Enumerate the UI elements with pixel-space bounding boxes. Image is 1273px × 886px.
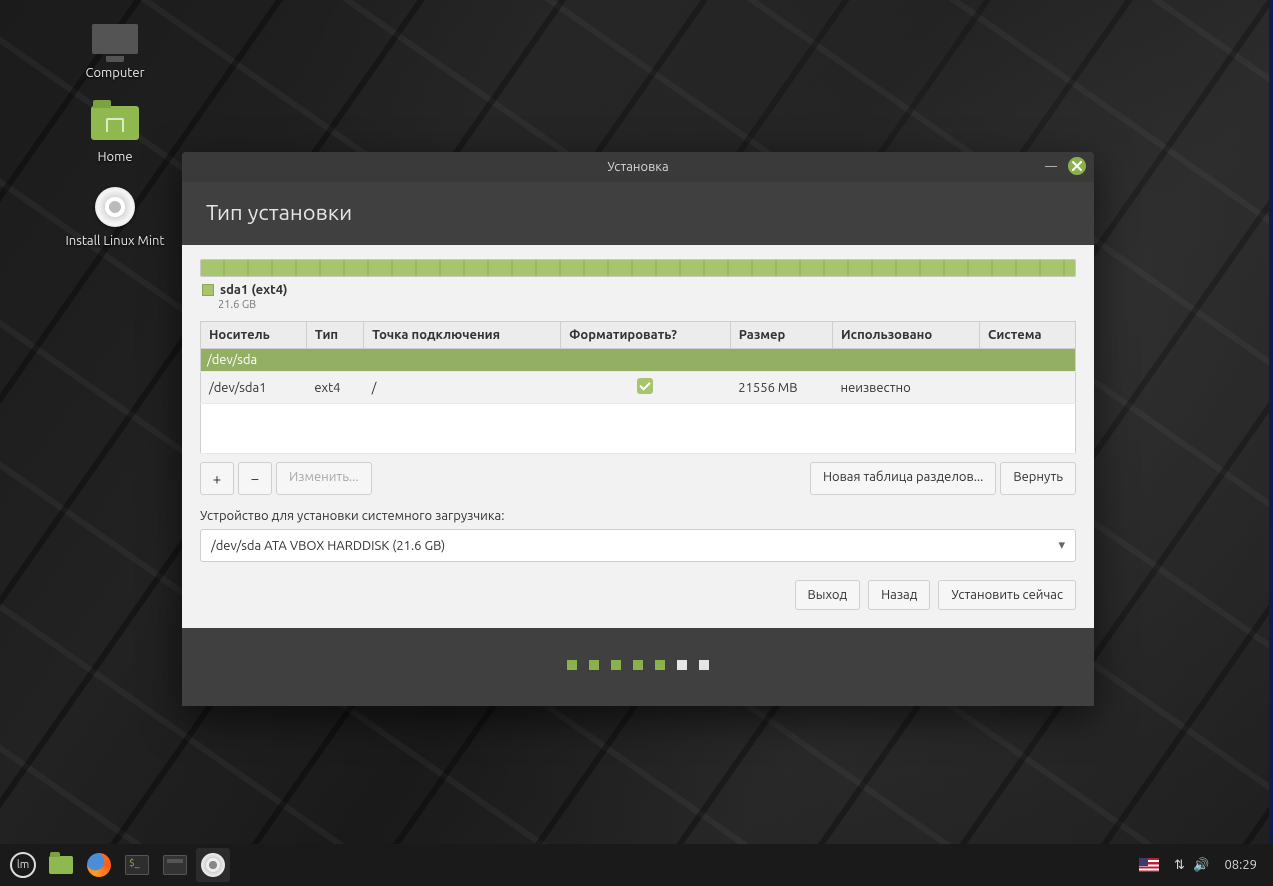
page-heading: Тип установки bbox=[182, 182, 1094, 245]
cell-type: ext4 bbox=[306, 372, 363, 404]
speaker-icon: 🔊 bbox=[1193, 858, 1209, 873]
network-icon: ⇅ bbox=[1174, 858, 1185, 873]
terminal-icon: $_ bbox=[125, 855, 149, 875]
network-indicator[interactable]: ⇅ bbox=[1170, 848, 1188, 882]
partition-name: sda1 (ext4) bbox=[220, 283, 288, 297]
window-title: Установка bbox=[607, 160, 668, 174]
titlebar[interactable]: Установка — bbox=[182, 152, 1094, 182]
sound-indicator[interactable]: 🔊 bbox=[1192, 848, 1210, 882]
partition-summary: sda1 (ext4) bbox=[202, 283, 1074, 297]
add-partition-button[interactable]: + bbox=[200, 462, 234, 495]
progress-dots bbox=[182, 628, 1094, 706]
desktop-icon-computer[interactable]: Computer bbox=[0, 18, 230, 80]
cell-mount: / bbox=[364, 372, 561, 404]
installer-window: Установка — Тип установки sda1 (ext4) 21… bbox=[182, 152, 1094, 706]
table-row-partition[interactable]: /dev/sda1 ext4 / 21556 MB неизвестно bbox=[201, 372, 1076, 404]
col-device[interactable]: Носитель bbox=[201, 322, 307, 349]
step-dot bbox=[633, 660, 643, 670]
step-dot bbox=[677, 660, 687, 670]
back-button[interactable]: Назад bbox=[868, 580, 930, 610]
step-dot bbox=[699, 660, 709, 670]
folder-icon bbox=[91, 106, 139, 140]
step-dot bbox=[589, 660, 599, 670]
col-used[interactable]: Использовано bbox=[832, 322, 979, 349]
step-dot bbox=[567, 660, 577, 670]
cell-size: 21556 MB bbox=[730, 372, 832, 404]
bootloader-value: /dev/sda ATA VBOX HARDDISK (21.6 GB) bbox=[211, 539, 445, 553]
desktop-icon-label: Install Linux Mint bbox=[65, 234, 164, 248]
folder-icon bbox=[49, 856, 73, 874]
disk-usage-bar[interactable] bbox=[200, 259, 1076, 277]
change-partition-button[interactable]: Изменить... bbox=[276, 462, 372, 495]
disc-icon bbox=[201, 853, 225, 877]
col-size[interactable]: Размер bbox=[730, 322, 832, 349]
col-type[interactable]: Тип bbox=[306, 322, 363, 349]
table-empty-space bbox=[201, 404, 1076, 454]
minimize-button[interactable]: — bbox=[1042, 157, 1060, 175]
new-partition-table-button[interactable]: Новая таблица разделов... bbox=[810, 462, 996, 495]
files-icon bbox=[163, 855, 187, 875]
right-edge-strip bbox=[1269, 0, 1273, 886]
us-flag-icon bbox=[1139, 858, 1159, 872]
cell-device: /dev/sda1 bbox=[201, 372, 307, 404]
remove-partition-button[interactable]: − bbox=[238, 462, 272, 495]
monitor-icon bbox=[92, 24, 138, 54]
partition-color-swatch bbox=[202, 284, 214, 296]
col-system[interactable]: Система bbox=[980, 322, 1076, 349]
terminal-launcher[interactable]: $_ bbox=[120, 848, 154, 882]
clock[interactable]: 08:29 bbox=[1214, 858, 1267, 872]
partition-table: Носитель Тип Точка подключения Форматиро… bbox=[200, 321, 1076, 454]
disk-device: /dev/sda bbox=[201, 349, 1076, 372]
firefox-icon bbox=[87, 853, 111, 877]
desktop-icon-label: Home bbox=[97, 150, 132, 164]
bootloader-device-select[interactable]: /dev/sda ATA VBOX HARDDISK (21.6 GB) ▾ bbox=[200, 529, 1076, 562]
menu-button[interactable]: lm bbox=[6, 848, 40, 882]
format-checkbox-checked-icon bbox=[637, 378, 653, 394]
quit-button[interactable]: Выход bbox=[795, 580, 861, 610]
mint-logo-icon: lm bbox=[10, 852, 36, 878]
install-now-button[interactable]: Установить сейчас bbox=[938, 580, 1076, 610]
taskbar-item-installer[interactable] bbox=[196, 848, 230, 882]
col-format[interactable]: Форматировать? bbox=[561, 322, 731, 349]
content-area: sda1 (ext4) 21.6 GB Носитель Тип Точка п… bbox=[182, 245, 1094, 628]
close-button[interactable] bbox=[1068, 157, 1086, 175]
partition-size: 21.6 GB bbox=[218, 299, 1076, 311]
bootloader-label: Устройство для установки системного загр… bbox=[200, 509, 1076, 523]
disc-icon bbox=[95, 187, 135, 227]
step-dot bbox=[655, 660, 665, 670]
cell-system bbox=[980, 372, 1076, 404]
step-dot bbox=[611, 660, 621, 670]
show-desktop-button[interactable] bbox=[44, 848, 78, 882]
col-mount[interactable]: Точка подключения bbox=[364, 322, 561, 349]
files-launcher[interactable] bbox=[158, 848, 192, 882]
chevron-down-icon: ▾ bbox=[1058, 538, 1065, 553]
close-icon bbox=[1072, 161, 1082, 171]
keyboard-layout-indicator[interactable] bbox=[1132, 848, 1166, 882]
firefox-launcher[interactable] bbox=[82, 848, 116, 882]
desktop-icon-label: Computer bbox=[86, 66, 145, 80]
taskbar: lm $_ ⇅ 🔊 08:29 bbox=[0, 844, 1273, 886]
revert-button[interactable]: Вернуть bbox=[1000, 462, 1076, 495]
cell-used: неизвестно bbox=[832, 372, 979, 404]
table-row-disk[interactable]: /dev/sda bbox=[201, 349, 1076, 372]
